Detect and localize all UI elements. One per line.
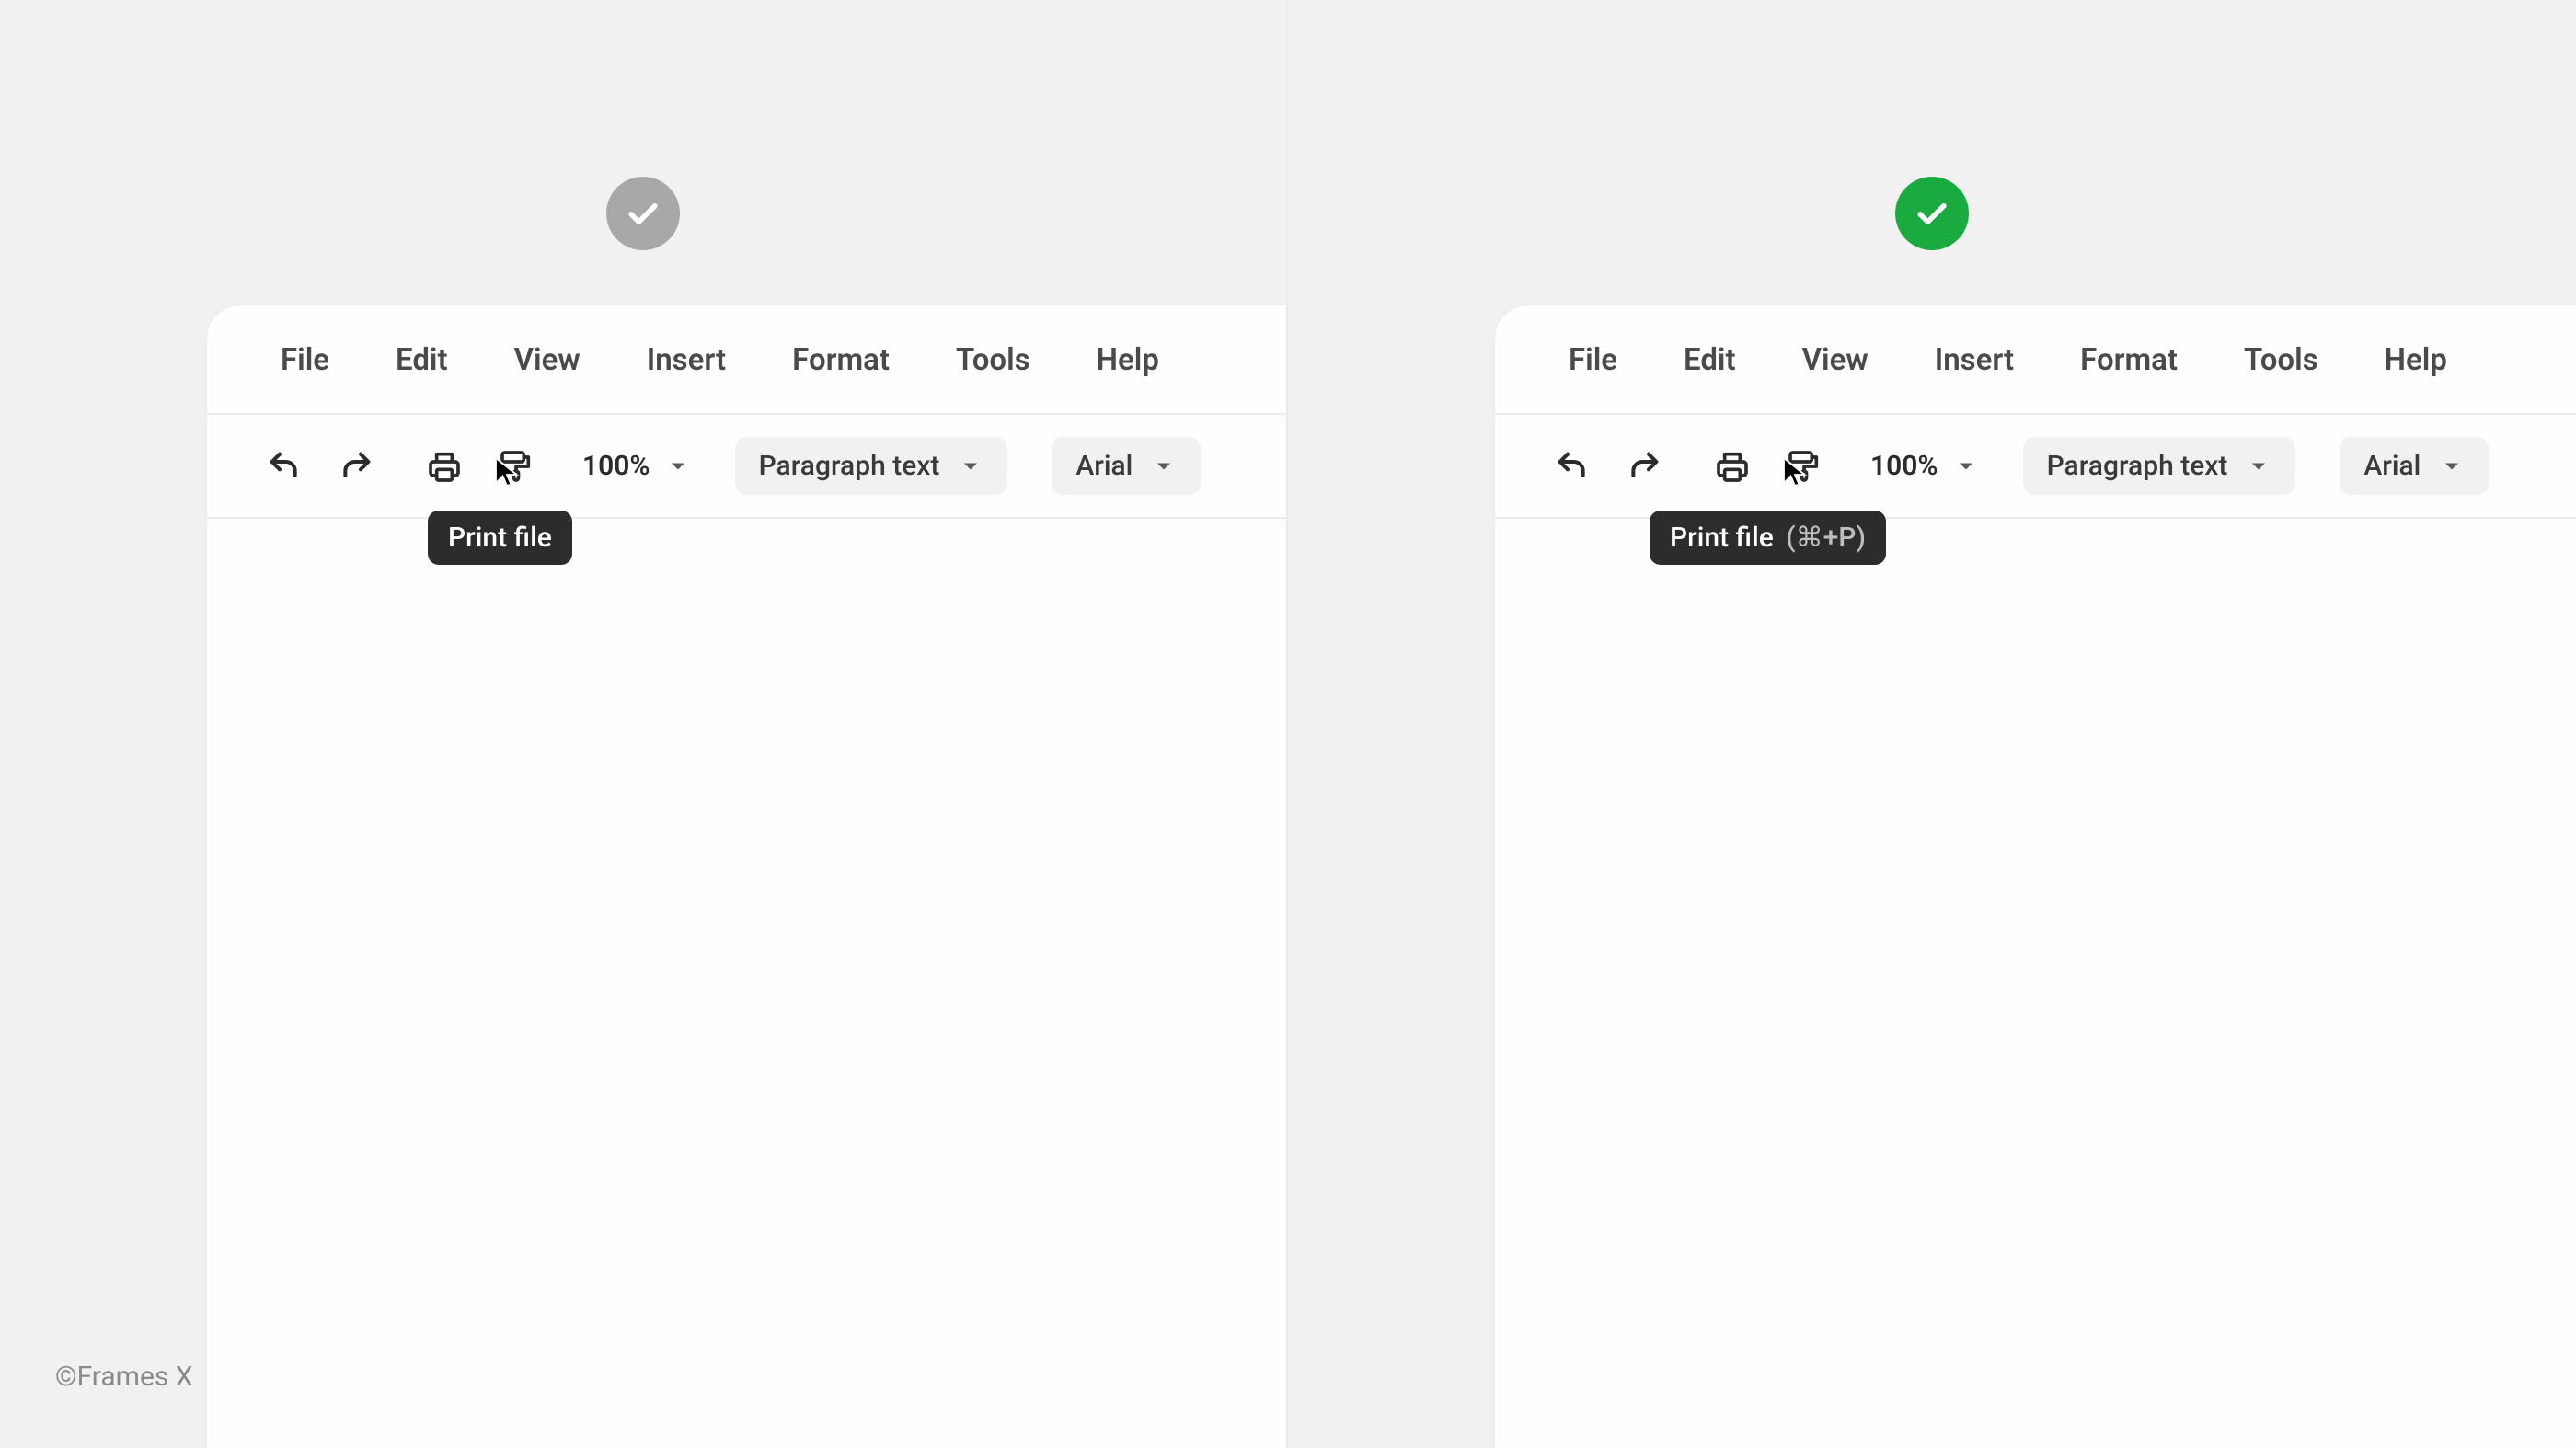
style-select[interactable]: Paragraph text xyxy=(2023,437,2296,495)
zoom-value: 100% xyxy=(1870,450,1938,482)
paint-roller-icon xyxy=(1786,448,1823,485)
menu-file[interactable]: File xyxy=(1569,342,1617,378)
menu-tools[interactable]: Tools xyxy=(2244,342,2318,378)
undo-button[interactable] xyxy=(1550,444,1594,488)
font-select-label: Arial xyxy=(1075,450,1133,482)
paint-format-button[interactable] xyxy=(1782,444,1826,488)
print-icon xyxy=(1714,448,1751,485)
tooltip: Print file (⌘+P) xyxy=(1650,511,1886,565)
menu-help[interactable]: Help xyxy=(2385,342,2447,378)
toolbar: 100% Paragraph text Arial Print file (⌘+… xyxy=(1495,415,2576,519)
tooltip-shortcut: (⌘+P) xyxy=(1786,522,1866,554)
redo-icon xyxy=(338,448,374,485)
menu-format[interactable]: Format xyxy=(2080,342,2178,378)
chevron-down-icon xyxy=(1953,454,1979,479)
undo-button[interactable] xyxy=(262,444,306,488)
redo-icon xyxy=(1626,448,1662,485)
print-button[interactable] xyxy=(1710,444,1754,488)
chevron-down-icon xyxy=(1151,454,1177,479)
menu-edit[interactable]: Edit xyxy=(1684,342,1736,378)
zoom-value: 100% xyxy=(582,450,650,482)
check-icon xyxy=(623,193,663,234)
zoom-dropdown[interactable]: 100% xyxy=(582,450,691,482)
menu-edit[interactable]: Edit xyxy=(396,342,448,378)
comparison-split: File Edit View Insert Format Tools Help xyxy=(0,0,2576,1448)
menu-tools[interactable]: Tools xyxy=(956,342,1030,378)
attribution-text: ©Frames X xyxy=(55,1361,193,1393)
app-window: File Edit View Insert Format Tools Help xyxy=(1495,305,2576,1448)
zoom-dropdown[interactable]: 100% xyxy=(1870,450,1979,482)
font-select[interactable]: Arial xyxy=(1052,437,1201,495)
chevron-down-icon xyxy=(958,454,983,479)
tooltip-label: Print file xyxy=(1670,522,1774,554)
toolbar: 100% Paragraph text Arial Print file xyxy=(207,415,1286,519)
undo-icon xyxy=(1554,448,1591,485)
status-badge-neutral xyxy=(606,177,680,250)
undo-icon xyxy=(266,448,303,485)
menu-help[interactable]: Help xyxy=(1097,342,1159,378)
chevron-down-icon xyxy=(665,454,691,479)
font-select-label: Arial xyxy=(2363,450,2421,482)
menu-file[interactable]: File xyxy=(281,342,329,378)
example-panel-right: File Edit View Insert Format Tools Help xyxy=(1288,0,2576,1448)
tooltip: Print file xyxy=(428,511,572,565)
style-select-label: Paragraph text xyxy=(759,450,940,482)
redo-button[interactable] xyxy=(1622,444,1666,488)
tooltip-label: Print file xyxy=(448,522,552,554)
menu-format[interactable]: Format xyxy=(792,342,890,378)
menu-view[interactable]: View xyxy=(1802,342,1869,378)
print-icon xyxy=(426,448,463,485)
style-select-label: Paragraph text xyxy=(2047,450,2228,482)
style-select[interactable]: Paragraph text xyxy=(735,437,1008,495)
paint-roller-icon xyxy=(498,448,535,485)
menu-view[interactable]: View xyxy=(514,342,581,378)
check-icon xyxy=(1912,193,1952,234)
menu-insert[interactable]: Insert xyxy=(1935,342,2014,378)
example-panel-left: File Edit View Insert Format Tools Help xyxy=(0,0,1288,1448)
app-window: File Edit View Insert Format Tools Help xyxy=(207,305,1286,1448)
menubar: File Edit View Insert Format Tools Help xyxy=(1495,305,2576,415)
chevron-down-icon xyxy=(2439,454,2465,479)
font-select[interactable]: Arial xyxy=(2340,437,2489,495)
status-badge-good xyxy=(1895,177,1969,250)
redo-button[interactable] xyxy=(334,444,378,488)
chevron-down-icon xyxy=(2246,454,2271,479)
paint-format-button[interactable] xyxy=(494,444,538,488)
menu-insert[interactable]: Insert xyxy=(647,342,726,378)
menubar: File Edit View Insert Format Tools Help xyxy=(207,305,1286,415)
print-button[interactable] xyxy=(422,444,466,488)
